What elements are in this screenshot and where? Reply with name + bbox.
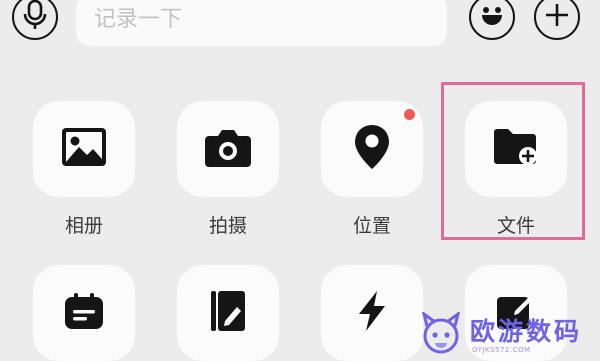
plus-icon [544, 2, 570, 32]
calendar-icon [65, 293, 103, 333]
camera-label: 拍摄 [208, 215, 247, 237]
watermark-title: 欧游数码 [470, 317, 583, 346]
watermark-subtitle: OYJKS572.COM [472, 346, 531, 354]
watermark: 欧游数码 OYJKS572.COM [420, 310, 600, 360]
image-icon [62, 128, 106, 170]
camera-tile[interactable] [177, 101, 279, 197]
smiley-icon [477, 0, 507, 34]
microphone-icon [23, 0, 47, 34]
album-tile[interactable] [33, 101, 135, 197]
notebook-tile[interactable] [177, 265, 279, 361]
lightning-icon [357, 291, 387, 335]
album-label: 相册 [64, 215, 103, 237]
highlight-frame [441, 82, 585, 240]
message-input-box[interactable] [76, 0, 447, 46]
calendar-tile[interactable] [33, 265, 135, 361]
notification-badge [404, 109, 415, 120]
message-input[interactable] [92, 0, 426, 40]
location-label: 位置 [352, 215, 391, 237]
notebook-icon [211, 291, 245, 335]
voice-button[interactable] [12, 0, 58, 40]
lightning-tile[interactable] [321, 265, 423, 361]
emoji-button[interactable] [469, 0, 515, 40]
location-pin-icon [354, 124, 390, 174]
more-button[interactable] [534, 0, 580, 40]
mascot-logo-icon [420, 310, 462, 360]
camera-icon [205, 127, 251, 171]
